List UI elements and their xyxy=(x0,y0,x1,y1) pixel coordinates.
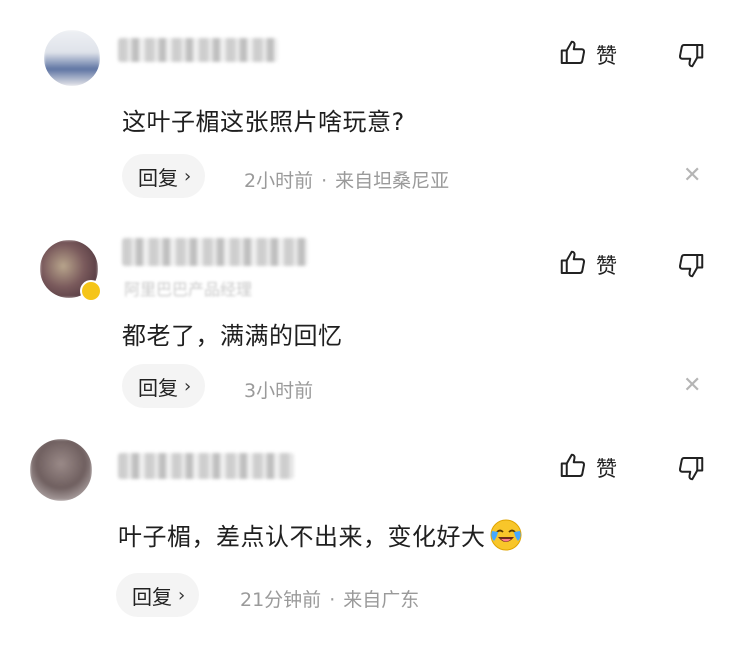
reply-label: 回复 xyxy=(132,584,172,609)
comment-item: 赞 这叶子楣这张照片啥玩意? 回复 › 2小时前 · 来自坦桑尼亚 ✕ xyxy=(0,0,745,210)
username-blurred[interactable] xyxy=(118,38,278,62)
reply-button[interactable]: 回复 › xyxy=(122,154,206,198)
like-button[interactable]: 赞 xyxy=(558,451,617,485)
like-label: 赞 xyxy=(596,254,617,278)
dislike-button[interactable] xyxy=(676,453,706,487)
user-title: 阿里巴巴产品经理 xyxy=(124,280,253,299)
avatar[interactable] xyxy=(44,30,100,86)
thumbs-down-icon xyxy=(676,254,706,284)
comment-text: 叶子楣，差点认不出来，变化好大 xyxy=(118,517,524,553)
thumbs-up-icon xyxy=(558,451,588,485)
comment-text-body: 叶子楣，差点认不出来，变化好大 xyxy=(118,523,486,551)
comment-meta: 3小时前 xyxy=(244,376,313,403)
vip-badge xyxy=(80,280,102,302)
thumbs-down-icon xyxy=(676,44,706,74)
reply-button[interactable]: 回复 › xyxy=(122,364,206,408)
like-button[interactable]: 赞 xyxy=(558,38,617,72)
comment-text: 这叶子楣这张照片啥玩意? xyxy=(122,108,405,136)
comment-meta: 21分钟前 · 来自广东 xyxy=(240,585,419,612)
comment-item: 赞 叶子楣，差点认不出来，变化好大 回复 › 21分钟前 · 来自广东 xyxy=(0,425,745,657)
location: 来自坦桑尼亚 xyxy=(335,170,450,192)
chevron-right-icon: › xyxy=(178,584,186,606)
like-label: 赞 xyxy=(596,44,617,68)
reply-button[interactable]: 回复 › xyxy=(116,573,200,617)
close-icon[interactable]: ✕ xyxy=(683,165,701,187)
timestamp: 2小时前 xyxy=(244,170,314,192)
reply-label: 回复 xyxy=(138,165,178,190)
reply-label: 回复 xyxy=(138,375,178,400)
thumbs-up-icon xyxy=(558,38,588,72)
thumbs-up-icon xyxy=(558,248,588,282)
close-icon[interactable]: ✕ xyxy=(683,375,701,397)
timestamp: 3小时前 xyxy=(244,380,314,402)
comment-item: 阿里巴巴产品经理 赞 都老了，满满的回忆 回复 › 3小时前 ✕ xyxy=(0,210,745,425)
comment-text: 都老了，满满的回忆 xyxy=(122,322,343,350)
meta-separator: · xyxy=(321,170,328,192)
like-label: 赞 xyxy=(596,457,617,481)
crying-laugh-emoji xyxy=(488,517,524,553)
chevron-right-icon: › xyxy=(184,375,192,397)
like-button[interactable]: 赞 xyxy=(558,248,617,282)
username-blurred[interactable] xyxy=(122,238,308,266)
thumbs-down-icon xyxy=(676,457,706,487)
avatar[interactable] xyxy=(30,439,92,501)
chevron-right-icon: › xyxy=(184,165,192,187)
meta-separator: · xyxy=(329,589,336,611)
comment-meta: 2小时前 · 来自坦桑尼亚 xyxy=(244,166,449,193)
username-blurred[interactable] xyxy=(118,453,294,479)
dislike-button[interactable] xyxy=(676,40,706,74)
dislike-button[interactable] xyxy=(676,250,706,284)
location: 来自广东 xyxy=(343,589,420,611)
timestamp: 21分钟前 xyxy=(240,589,322,611)
